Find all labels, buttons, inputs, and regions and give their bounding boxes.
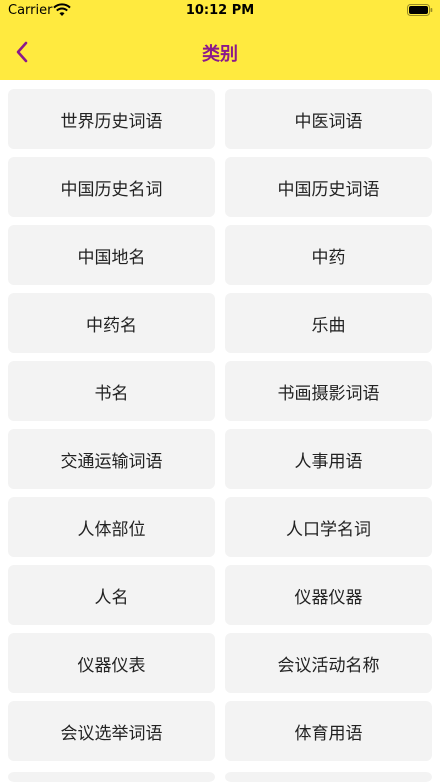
- category-item[interactable]: 人体部位: [8, 497, 215, 557]
- battery-icon: [407, 4, 433, 16]
- category-item[interactable]: 人口学名词: [225, 497, 432, 557]
- navigation-header: Carrier 10:12 PM 类别: [0, 0, 440, 80]
- category-item[interactable]: 会议选举词语: [8, 701, 215, 761]
- category-item[interactable]: 世界历史词语: [8, 89, 215, 149]
- category-item[interactable]: 仪器仪表: [8, 633, 215, 693]
- next-row-partial: [8, 772, 432, 782]
- page-title: 类别: [202, 44, 238, 65]
- category-item[interactable]: 书画摄影词语: [225, 361, 432, 421]
- category-item[interactable]: 中国地名: [8, 225, 215, 285]
- category-item[interactable]: 中国历史名词: [8, 157, 215, 217]
- category-item[interactable]: 中药: [225, 225, 432, 285]
- category-item[interactable]: 人事用语: [225, 429, 432, 489]
- category-grid: 世界历史词语 中医词语 中国历史名词 中国历史词语 中国地名 中药 中药名 乐曲…: [8, 89, 432, 761]
- category-item[interactable]: 会议活动名称: [225, 633, 432, 693]
- category-item[interactable]: 中药名: [8, 293, 215, 353]
- category-item[interactable]: 人名: [8, 565, 215, 625]
- category-item[interactable]: 书名: [8, 361, 215, 421]
- category-item[interactable]: 交通运输词语: [8, 429, 215, 489]
- category-item[interactable]: 中医词语: [225, 89, 432, 149]
- category-item[interactable]: 中国历史词语: [225, 157, 432, 217]
- category-item[interactable]: 乐曲: [225, 293, 432, 353]
- category-item[interactable]: 仪器仪器: [225, 565, 432, 625]
- category-item[interactable]: 体育用语: [225, 701, 432, 761]
- status-time: 10:12 PM: [185, 3, 255, 18]
- status-bar: Carrier 10:12 PM: [0, 0, 440, 22]
